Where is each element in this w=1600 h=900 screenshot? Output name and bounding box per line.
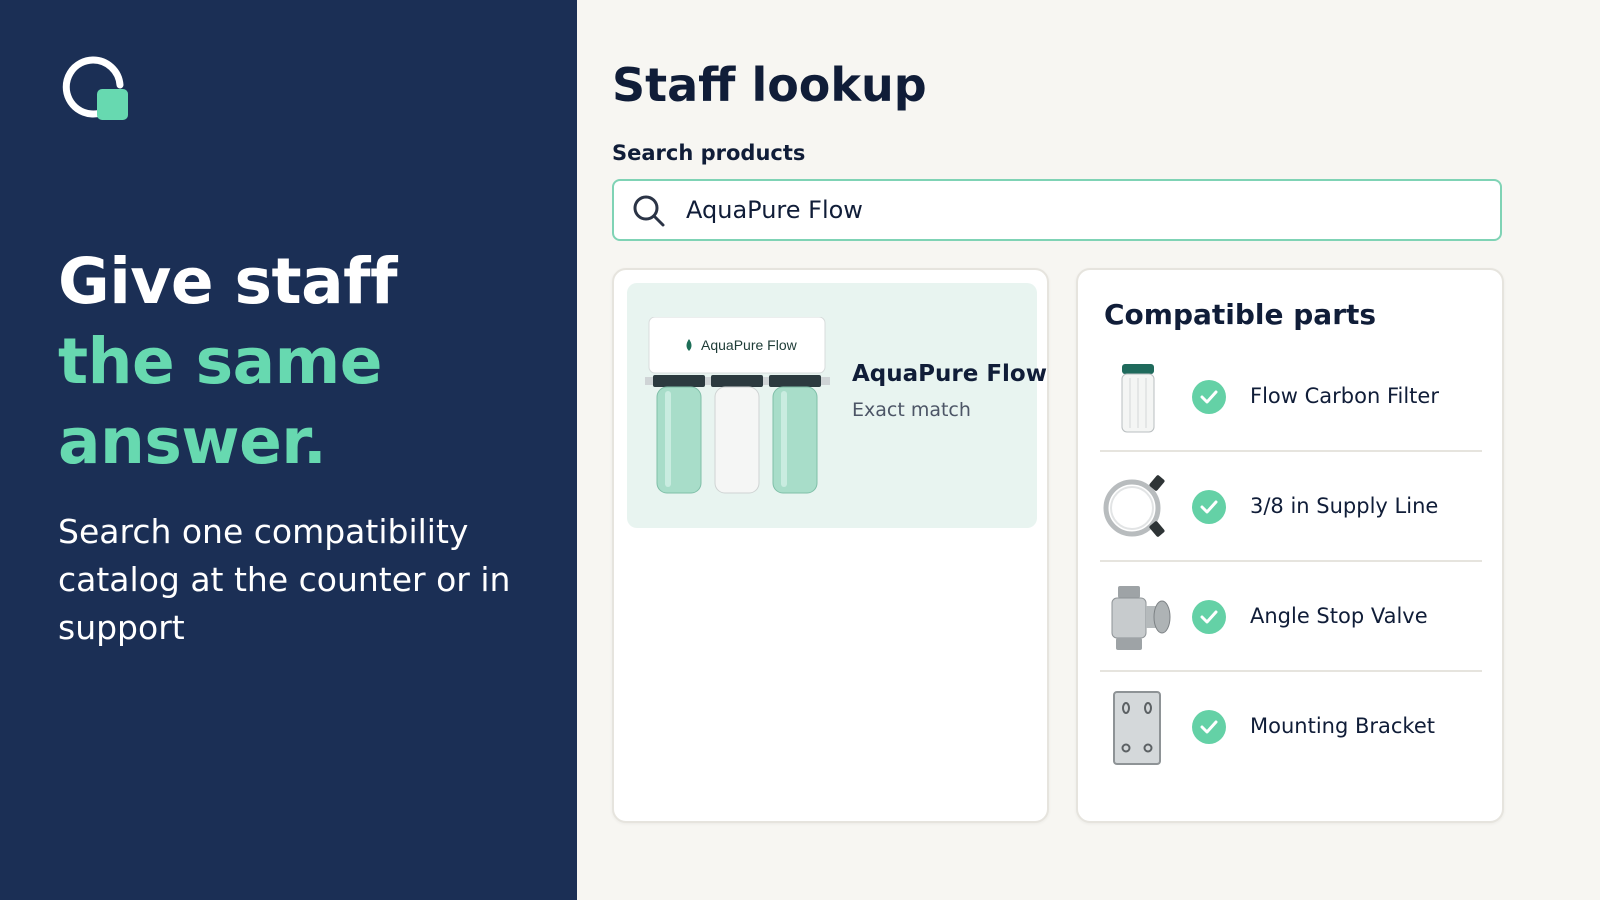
compatible-parts-card: Compatible parts Flow Carbon Filter 3/8 … <box>1076 268 1504 823</box>
filter-cartridge-icon <box>1121 364 1155 433</box>
water-filter-system-icon: AquaPure Flow <box>645 317 830 494</box>
lookup-panel: Staff lookup Search products AquaPure Fl… <box>577 0 1600 900</box>
part-row[interactable]: Flow Carbon Filter <box>1100 342 1482 452</box>
search-input[interactable] <box>686 187 1486 233</box>
search-icon <box>633 195 665 227</box>
hero-panel: Give staff the same answer. Search one c… <box>0 0 577 900</box>
bracket-icon <box>1113 691 1161 765</box>
check-icon <box>1192 600 1226 634</box>
part-label: 3/8 in Supply Line <box>1250 494 1439 518</box>
parts-title: Compatible parts <box>1104 298 1377 331</box>
check-icon <box>1192 490 1226 524</box>
hero-heading: Give staff the same answer. <box>58 242 558 482</box>
search-bag-logo-icon <box>62 56 128 120</box>
hero-line-1: Give staff <box>58 245 397 318</box>
part-label: Angle Stop Valve <box>1250 604 1428 628</box>
search-label: Search products <box>612 141 806 165</box>
product-name: AquaPure Flow <box>852 361 1047 387</box>
part-label: Flow Carbon Filter <box>1250 384 1439 408</box>
search-results-card: AquaPure Flow AquaPure Flow Exact match <box>612 268 1049 823</box>
check-icon <box>1192 380 1226 414</box>
hero-line-3: answer. <box>58 405 327 478</box>
supply-hose-icon <box>1103 475 1165 537</box>
hero-subtitle: Search one compatibility catalog at the … <box>58 512 511 647</box>
hero-line-2: the same <box>58 325 383 398</box>
part-label: Mounting Bracket <box>1250 714 1435 738</box>
search-box[interactable] <box>612 179 1502 241</box>
page-title: Staff lookup <box>612 58 927 112</box>
check-icon <box>1192 710 1226 744</box>
part-row[interactable]: Mounting Bracket <box>1100 672 1482 782</box>
product-image-label: AquaPure Flow <box>701 337 798 353</box>
match-type: Exact match <box>852 399 971 421</box>
valve-icon <box>1111 586 1171 650</box>
part-row[interactable]: 3/8 in Supply Line <box>1100 452 1482 562</box>
part-row[interactable]: Angle Stop Valve <box>1100 562 1482 672</box>
product-match-tile[interactable]: AquaPure Flow AquaPure Flow Exact match <box>627 283 1047 528</box>
